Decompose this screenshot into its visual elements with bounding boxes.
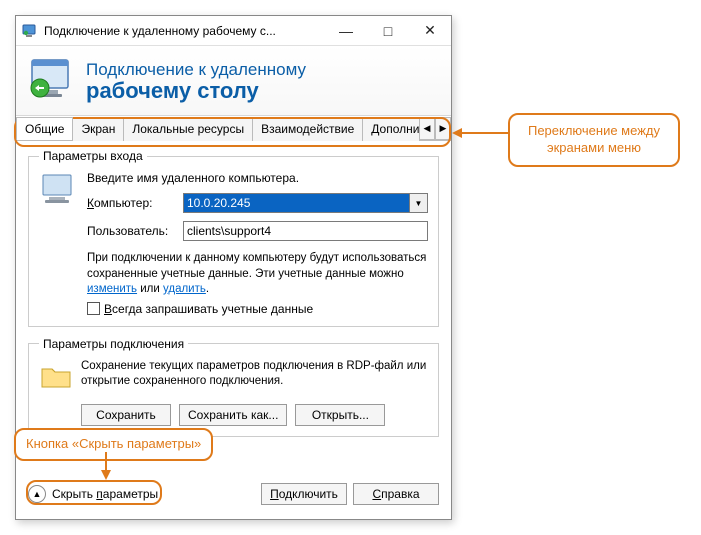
footer: ▲ Скрыть параметры Подключить Справка (16, 473, 451, 519)
always-ask-row[interactable]: Всегда запрашивать учетные данные (87, 302, 428, 316)
collapse-icon[interactable]: ▲ (28, 485, 46, 503)
delete-credentials-link[interactable]: удалить (163, 283, 206, 295)
maximize-button[interactable]: □ (367, 16, 409, 46)
computer-combo[interactable]: ▼ (183, 193, 428, 213)
app-icon (22, 23, 38, 39)
tabs-arrow (452, 126, 508, 140)
help-button[interactable]: Справка (353, 483, 439, 505)
minimize-button[interactable]: — (325, 16, 367, 46)
tab-body: Параметры входа Введите имя удаленного к… (16, 140, 451, 459)
tab-experience[interactable]: Взаимодействие (252, 118, 363, 141)
open-button[interactable]: Открыть... (295, 404, 385, 426)
connection-group: Параметры подключения Сохранение текущих… (28, 337, 439, 437)
chevron-down-icon[interactable]: ▼ (410, 193, 428, 213)
tab-advanced[interactable]: Дополни (362, 118, 420, 141)
hide-callout: Кнопка «Скрыть параметры» (14, 428, 213, 461)
window-title: Подключение к удаленному рабочему с... (44, 24, 325, 38)
tab-display[interactable]: Экран (72, 118, 124, 141)
always-ask-label: Всегда запрашивать учетные данные (104, 302, 313, 316)
computer-label: Компьютер: (87, 196, 177, 210)
close-button[interactable]: ✕ (409, 16, 451, 46)
computer-input[interactable] (183, 193, 410, 213)
computer-icon (39, 171, 79, 316)
connection-legend: Параметры подключения (39, 337, 188, 351)
tab-general[interactable]: Общие (16, 117, 73, 140)
save-as-button[interactable]: Сохранить как... (179, 404, 287, 426)
user-input[interactable] (183, 221, 428, 241)
always-ask-checkbox[interactable] (87, 302, 100, 315)
tabs-callout: Переключение между экранами меню (508, 113, 680, 167)
hide-options-link[interactable]: Скрыть параметры (52, 487, 158, 501)
tab-scroll-left-button[interactable]: ◀ (419, 117, 435, 140)
login-legend: Параметры входа (39, 149, 147, 163)
tab-scroll-right-button[interactable]: ▶ (435, 117, 451, 140)
login-group: Параметры входа Введите имя удаленного к… (28, 149, 439, 327)
save-button[interactable]: Сохранить (81, 404, 171, 426)
header-line2: рабочему столу (86, 78, 306, 104)
folder-icon (39, 359, 73, 396)
tab-nav: ◀ ▶ (419, 117, 451, 140)
header: Подключение к удаленному рабочему столу (16, 46, 451, 116)
connect-button[interactable]: Подключить (261, 483, 347, 505)
rdp-hero-icon (28, 56, 76, 107)
user-label: Пользователь: (87, 224, 177, 238)
header-line1: Подключение к удаленному (86, 60, 306, 80)
titlebar: Подключение к удаленному рабочему с... —… (16, 16, 451, 46)
connection-text: Сохранение текущих параметров подключени… (81, 359, 428, 396)
header-text: Подключение к удаленному рабочему столу (86, 60, 306, 104)
tab-strip: Общие Экран Локальные ресурсы Взаимодейс… (16, 116, 451, 140)
edit-credentials-link[interactable]: изменить (87, 283, 137, 295)
tab-local-resources[interactable]: Локальные ресурсы (123, 118, 253, 141)
credentials-note: При подключении к данному компьютеру буд… (87, 251, 428, 298)
login-intro: Введите имя удаленного компьютера. (87, 171, 428, 185)
